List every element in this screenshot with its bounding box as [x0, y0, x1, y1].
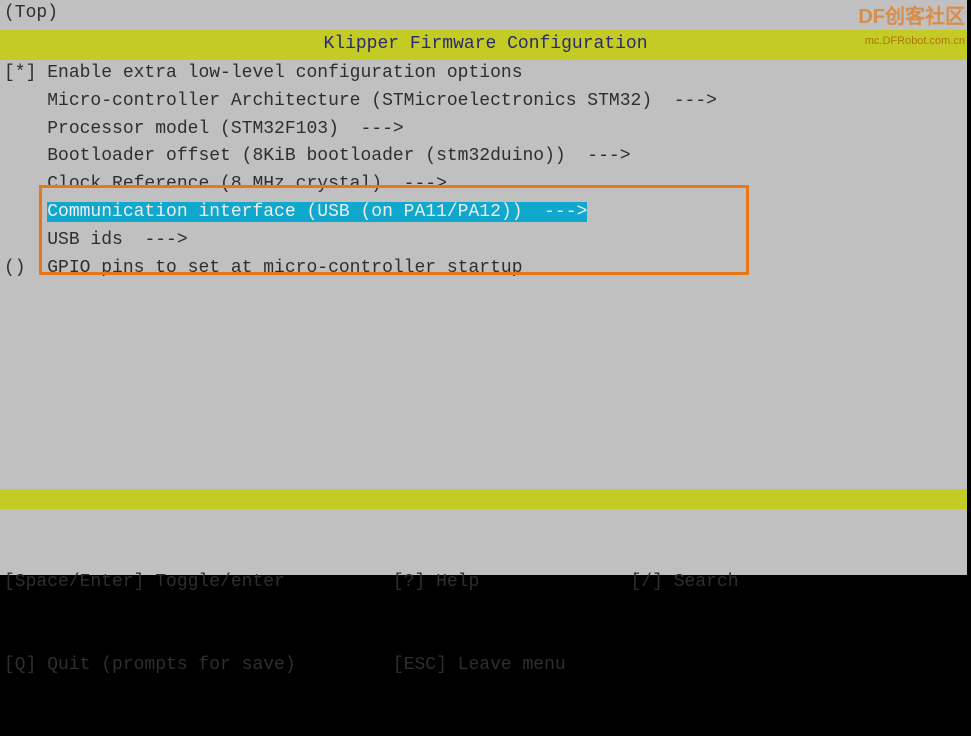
menu-item-usb-ids[interactable]: USB ids ---> [0, 227, 971, 255]
menu-item-clock-reference[interactable]: Clock Reference (8 MHz crystal) ---> [0, 171, 971, 199]
help-footer: [Space/Enter] Toggle/enter [?] Help [/] … [0, 513, 971, 736]
terminal-window: DF创客社区 mc.DFRobot.com.cn (Top) Klipper F… [0, 0, 971, 575]
menu-item-enable-extra[interactable]: [*] Enable extra low-level configuration… [0, 60, 971, 88]
breadcrumb: (Top) [0, 0, 971, 28]
menu-item-bootloader-offset[interactable]: Bootloader offset (8KiB bootloader (stm3… [0, 143, 971, 171]
divider-bar [0, 489, 971, 509]
menu-item-gpio-pins[interactable]: () GPIO pins to set at micro-controller … [0, 255, 971, 283]
help-line-2: [Q] Quit (prompts for save) [ESC] Leave … [4, 652, 967, 680]
menu-item-micro-arch[interactable]: Micro-controller Architecture (STMicroel… [0, 88, 971, 116]
help-line-1: [Space/Enter] Toggle/enter [?] Help [/] … [4, 569, 967, 597]
menu-item-communication-interface[interactable]: Communication interface (USB (on PA11/PA… [0, 199, 971, 227]
menu-list[interactable]: [*] Enable extra low-level configuration… [0, 60, 971, 283]
page-title: Klipper Firmware Configuration [0, 30, 971, 60]
menu-item-processor-model[interactable]: Processor model (STM32F103) ---> [0, 116, 971, 144]
